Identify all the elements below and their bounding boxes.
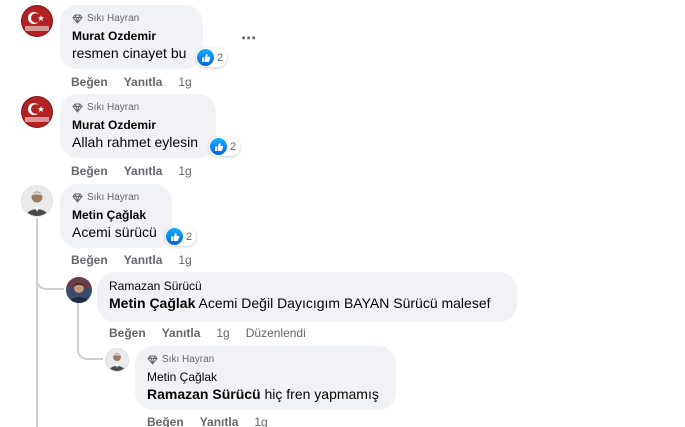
- timestamp[interactable]: 1g: [216, 326, 229, 341]
- top-fan-badge: Sıkı Hayran: [72, 101, 204, 114]
- comment-bubble-2: Sıkı Hayran Murat Ozdemir Allah rahmet e…: [60, 94, 216, 158]
- like-button[interactable]: Beğen: [71, 164, 108, 179]
- top-fan-badge: Sıkı Hayran: [72, 191, 160, 204]
- comment-author[interactable]: Murat Ozdemir: [72, 29, 191, 44]
- reaction-number: 2: [230, 140, 237, 153]
- reply-author[interactable]: Metin Çağlak: [147, 370, 384, 385]
- comment-bubble-3: Sıkı Hayran Metin Çağlak Acemi sürücü: [60, 184, 172, 248]
- like-button[interactable]: Beğen: [109, 326, 146, 341]
- person-photo-icon: [106, 349, 128, 371]
- like-reaction-icon: [166, 228, 183, 245]
- comment-text: resmen cinayet bu: [72, 45, 187, 61]
- reply-button[interactable]: Yanıtla: [200, 415, 239, 427]
- reply-text: Metin Çağlak Acemi Değil Dayıcıgım BAYAN…: [109, 294, 505, 313]
- mention-link[interactable]: Ramazan Sürücü: [147, 386, 261, 402]
- like-button[interactable]: Beğen: [147, 415, 184, 427]
- reply-button[interactable]: Yanıtla: [124, 75, 163, 90]
- more-options-icon[interactable]: ⋯: [241, 31, 257, 46]
- top-fan-badge: Sıkı Hayran: [72, 12, 191, 25]
- reply-body: hiç fren yapmamış: [264, 386, 379, 402]
- avatar-ramazan-surucu[interactable]: [66, 277, 92, 303]
- reply-button[interactable]: Yanıtla: [124, 164, 163, 179]
- badge-label: Sıkı Hayran: [87, 13, 140, 24]
- diamond-icon: [72, 103, 83, 113]
- comment-author[interactable]: Metin Çağlak: [72, 208, 160, 223]
- reaction-count[interactable]: 2: [196, 48, 228, 67]
- avatar-metin-caglak[interactable]: [21, 185, 53, 217]
- reaction-count[interactable]: 2: [165, 227, 197, 246]
- person-photo-icon: [22, 186, 52, 216]
- edited-label[interactable]: Düzenlendi: [246, 326, 306, 341]
- like-reaction-icon: [210, 138, 227, 155]
- reply-actions-1: Beğen Yanıtla 1g Düzenlendi: [109, 326, 306, 341]
- reply-button[interactable]: Yanıtla: [124, 253, 163, 268]
- timestamp[interactable]: 1g: [178, 253, 191, 268]
- reaction-number: 2: [217, 51, 224, 64]
- badge-label: Sıkı Hayran: [87, 102, 140, 113]
- thread-connector-reply-2: [77, 340, 103, 360]
- diamond-icon: [147, 355, 158, 365]
- diamond-icon: [72, 14, 83, 24]
- flag-avatar-icon: [21, 5, 53, 37]
- reaction-number: 2: [186, 230, 193, 243]
- top-fan-badge: Sıkı Hayran: [147, 353, 384, 366]
- timestamp[interactable]: 1g: [178, 164, 191, 179]
- mention-link[interactable]: Metin Çağlak: [109, 295, 195, 311]
- comment-actions-1: Beğen Yanıtla 1g: [71, 75, 192, 90]
- reply-body: Acemi Değil Dayıcıgım BAYAN Sürücü males…: [198, 295, 491, 311]
- person-photo-icon: [66, 277, 92, 303]
- avatar-murat-ozdemir-1[interactable]: [21, 5, 53, 37]
- badge-label: Sıkı Hayran: [162, 354, 215, 365]
- flag-avatar-icon: [21, 96, 53, 128]
- comment-text: Acemi sürücü: [72, 224, 157, 240]
- like-button[interactable]: Beğen: [71, 253, 108, 268]
- avatar-metin-caglak-reply[interactable]: [105, 348, 129, 372]
- thread-connector-reply-1: [36, 268, 64, 290]
- timestamp[interactable]: 1g: [178, 75, 191, 90]
- comment-text: Allah rahmet eylesin: [72, 134, 199, 150]
- comment-bubble-1: Sıkı Hayran Murat Ozdemir resmen cinayet…: [60, 5, 203, 69]
- comment-actions-2: Beğen Yanıtla 1g: [71, 164, 192, 179]
- badge-label: Sıkı Hayran: [87, 192, 140, 203]
- like-button[interactable]: Beğen: [71, 75, 108, 90]
- avatar-murat-ozdemir-2[interactable]: [21, 96, 53, 128]
- reply-author[interactable]: Ramazan Sürücü: [109, 279, 505, 294]
- comment-author[interactable]: Murat Ozdemir: [72, 118, 204, 133]
- reply-button[interactable]: Yanıtla: [162, 326, 201, 341]
- diamond-icon: [72, 193, 83, 203]
- comment-actions-3: Beğen Yanıtla 1g: [71, 253, 192, 268]
- timestamp[interactable]: 1g: [254, 415, 267, 427]
- reply-bubble-2: Sıkı Hayran Metin Çağlak Ramazan Sürücü …: [135, 346, 396, 410]
- thread-line-main: [36, 218, 38, 427]
- reply-actions-2: Beğen Yanıtla 1g: [147, 415, 268, 427]
- like-reaction-icon: [197, 49, 214, 66]
- reply-text: Ramazan Sürücü hiç fren yapmamış: [147, 385, 384, 404]
- reaction-count[interactable]: 2: [209, 137, 241, 156]
- reply-bubble-1: Ramazan Sürücü Metin Çağlak Acemi Değil …: [97, 272, 517, 322]
